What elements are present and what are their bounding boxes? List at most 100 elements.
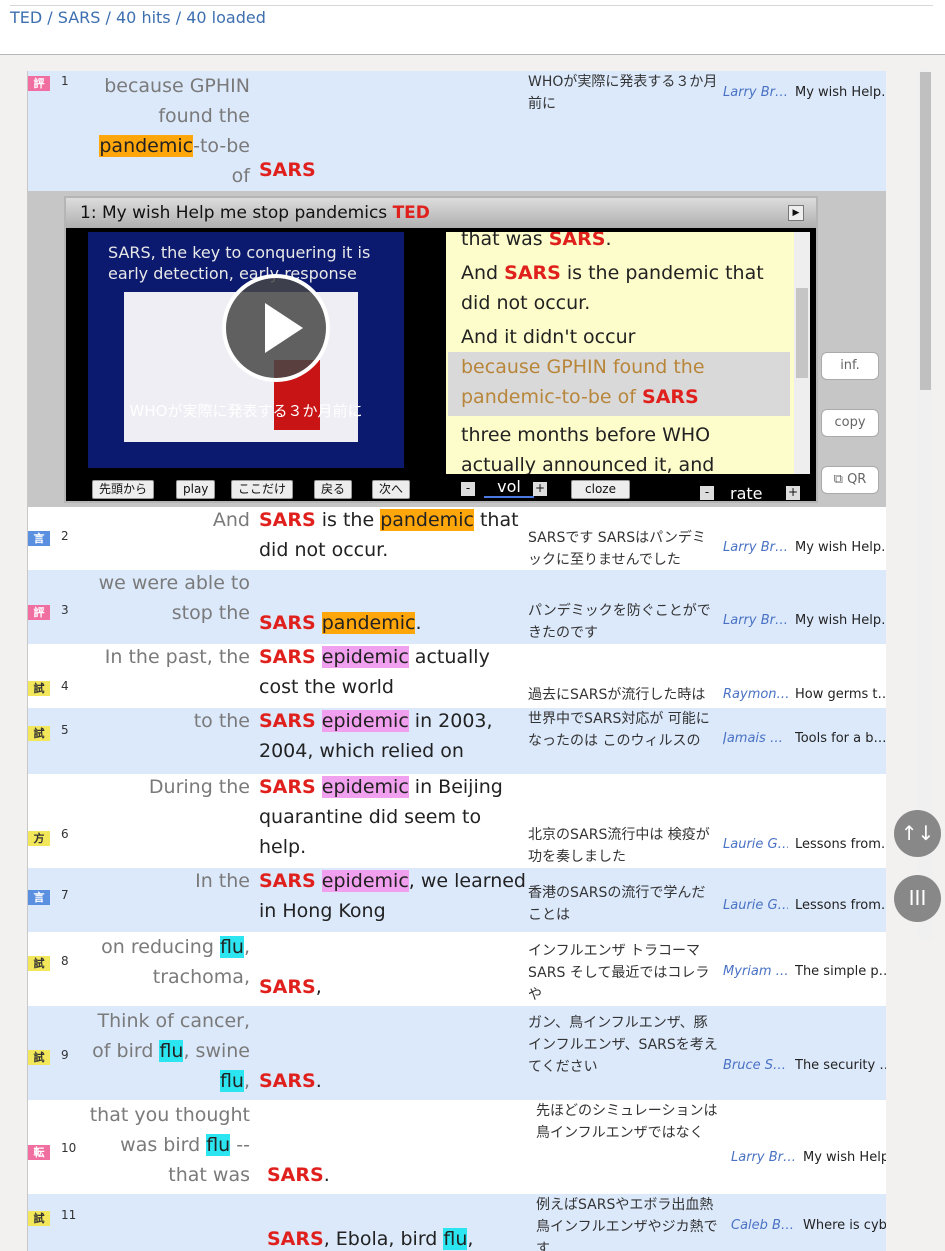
keyword-context: SARS epidemic in 2003, 2004, which relie… — [259, 710, 493, 762]
table-row[interactable]: 試 11 SARS, Ebola, bird flu, 例えばSARSやエボラ出… — [28, 1194, 886, 1251]
transcript-line: actually announced it, and — [461, 454, 715, 474]
rate-down-button[interactable]: - — [700, 486, 714, 500]
transcript-line: And SARS is the pandemic that — [461, 262, 764, 284]
translation: 先ほどのシミュレーションは鳥インフルエンザではなく — [536, 1103, 718, 1141]
transcript-line: that was SARS. — [461, 232, 612, 250]
genre-badge: 言 — [28, 531, 50, 546]
play-icon[interactable] — [222, 274, 330, 382]
talk-link[interactable]: My wish Help… — [795, 85, 886, 100]
info-button[interactable]: inf. — [821, 352, 879, 380]
table-row[interactable]: 転 10 that you thought was bird flu -- that… — [28, 1100, 886, 1194]
vol-down-button[interactable]: - — [461, 482, 475, 496]
row-number: 6 — [61, 827, 69, 841]
left-context: Think of cancer, of bird flu, swine flu, — [92, 1010, 250, 1092]
left-context: During the — [148, 776, 250, 798]
from-start-button[interactable]: 先頭から — [92, 480, 155, 499]
table-row[interactable]: 評 3 we were able to stop the SARS pandemi… — [28, 570, 886, 644]
breadcrumb-hits: 40 hits — [116, 8, 171, 27]
genre-badge: 試 — [28, 681, 50, 696]
talk-link[interactable]: Lessons from… — [795, 898, 886, 913]
talk-link[interactable]: My wish Help… — [803, 1150, 886, 1165]
transcript-line: three months before WHO — [461, 424, 711, 446]
left-context: In the past, the — [104, 646, 250, 668]
video-subtitle: WHOが実際に発表する３か月前に — [129, 402, 363, 420]
keyword-context: SARS. — [259, 1070, 322, 1092]
talk-link[interactable]: My wish Help… — [795, 613, 886, 628]
talk-link[interactable]: How germs t… — [795, 687, 886, 702]
breadcrumb-corpus[interactable]: TED — [10, 8, 42, 27]
table-row[interactable]: 言 7 In the SARS epidemic, we learned in … — [28, 868, 886, 932]
qr-button[interactable]: ⧉ QR — [821, 466, 879, 494]
transcript-scrollbar[interactable] — [794, 232, 810, 474]
speaker-link[interactable]: Laurie G… — [723, 837, 788, 852]
table-row[interactable]: 試 9 Think of cancer, of bird flu, swine fl… — [28, 1006, 886, 1100]
cloze-button[interactable]: cloze — [571, 480, 630, 499]
genre-badge: 試 — [28, 956, 50, 971]
keyword-context: SARS pandemic. — [259, 612, 422, 634]
expand-icon[interactable]: ▶ — [788, 205, 804, 221]
copy-button[interactable]: copy — [821, 409, 879, 437]
row-number: 9 — [61, 1048, 69, 1062]
speaker-link[interactable]: Caleb B… — [731, 1218, 796, 1233]
slide-text: SARS, the key to conquering it is early d… — [108, 243, 371, 283]
talk-link[interactable]: The security … — [795, 1058, 886, 1073]
talk-link[interactable]: Lessons from… — [795, 837, 886, 852]
video-player: 1: My wish Help me stop pandemics TED ▶ … — [64, 196, 818, 503]
speaker-link[interactable]: Laurie G… — [723, 898, 788, 913]
player-row: 1: My wish Help me stop pandemics TED ▶ … — [28, 191, 886, 507]
translation: 世界中でSARS対応が 可能になったのは このウィルスの — [528, 711, 710, 749]
keyword-context: SARS is the pandemic that did not occur. — [259, 509, 519, 561]
talk-link[interactable]: The simple p… — [795, 964, 886, 979]
vol-up-button[interactable]: + — [533, 482, 547, 496]
table-row[interactable]: 言 2 And SARS is the pandemic that did no… — [28, 507, 886, 570]
row-number: 4 — [61, 679, 69, 693]
translation: 北京のSARS流行中は 検疫が功を奏しました — [528, 827, 710, 865]
left-context: on reducing flu, trachoma, — [101, 936, 250, 988]
next-button[interactable]: 次へ — [372, 480, 411, 499]
translation: パンデミックを防ぐことができたのです — [528, 603, 711, 641]
sort-button[interactable]: ↑↓ — [894, 810, 941, 857]
back-button[interactable]: 戻る — [314, 480, 353, 499]
speaker-link[interactable]: Bruce S… — [723, 1058, 788, 1073]
genre-badge: 試 — [28, 1050, 50, 1065]
talk-link[interactable]: My wish Help… — [795, 540, 886, 555]
speaker-link[interactable]: Myriam … — [723, 964, 788, 979]
row-number: 11 — [61, 1208, 77, 1222]
speaker-link[interactable]: Larry Br… — [723, 85, 788, 100]
speaker-link[interactable]: Larry Br… — [731, 1150, 796, 1165]
genre-badge: 言 — [28, 890, 50, 905]
speaker-link[interactable]: Jamais … — [723, 731, 788, 746]
genre-badge: 転 — [28, 1145, 50, 1160]
top-rule — [10, 5, 933, 6]
talk-link[interactable]: Where is cyb… — [803, 1218, 886, 1233]
rate-label: rate — [730, 484, 763, 503]
keyword-context: SARS, — [259, 976, 322, 998]
columns-button[interactable]: III — [894, 875, 941, 922]
concordance-list: 評 1 because GPHIN found the pandemic-to-… — [27, 71, 886, 1251]
only-here-button[interactable]: ここだけ — [231, 480, 294, 499]
table-row[interactable]: 試 4 In the past, the SARS epidemic actua… — [28, 644, 886, 708]
transcript-panel[interactable]: that was SARS. And SARS is the pandemic … — [446, 232, 810, 474]
breadcrumb: TED / SARS / 40 hits / 40 loaded — [10, 8, 266, 27]
speaker-link[interactable]: Larry Br… — [723, 540, 788, 555]
left-context: to the — [193, 710, 250, 732]
rate-up-button[interactable]: + — [786, 486, 800, 500]
keyword-context: SARS, Ebola, bird flu, — [267, 1228, 474, 1250]
translation: インフルエンザ トラコーマ SARS そして最近ではコレラや — [528, 943, 710, 1003]
speaker-link[interactable]: Larry Br… — [723, 613, 788, 628]
table-row[interactable]: 試 8 on reducing flu, trachoma, SARS, インフル… — [28, 932, 886, 1006]
video-frame[interactable]: SARS, the key to conquering it is early d… — [88, 232, 404, 468]
breadcrumb-query[interactable]: SARS — [58, 8, 101, 27]
row-number: 1 — [61, 74, 69, 88]
genre-badge: 評 — [28, 76, 50, 91]
row-number: 8 — [61, 954, 69, 968]
translation: WHOが実際に発表する３か月前に — [528, 74, 718, 112]
speaker-link[interactable]: Raymon… — [723, 687, 788, 702]
play-button[interactable]: play — [176, 480, 216, 499]
table-row[interactable]: 試 5 to the SARS epidemic in 2003, 2004, … — [28, 708, 886, 774]
talk-link[interactable]: Tools for a b… — [795, 731, 886, 746]
table-row[interactable]: 評 1 because GPHIN found the pandemic-to-… — [28, 71, 886, 191]
table-row[interactable]: 方 6 During the SARS epidemic in Beijing … — [28, 774, 886, 868]
genre-badge: 評 — [28, 605, 50, 620]
transcript-line: And it didn't occur — [461, 326, 636, 348]
